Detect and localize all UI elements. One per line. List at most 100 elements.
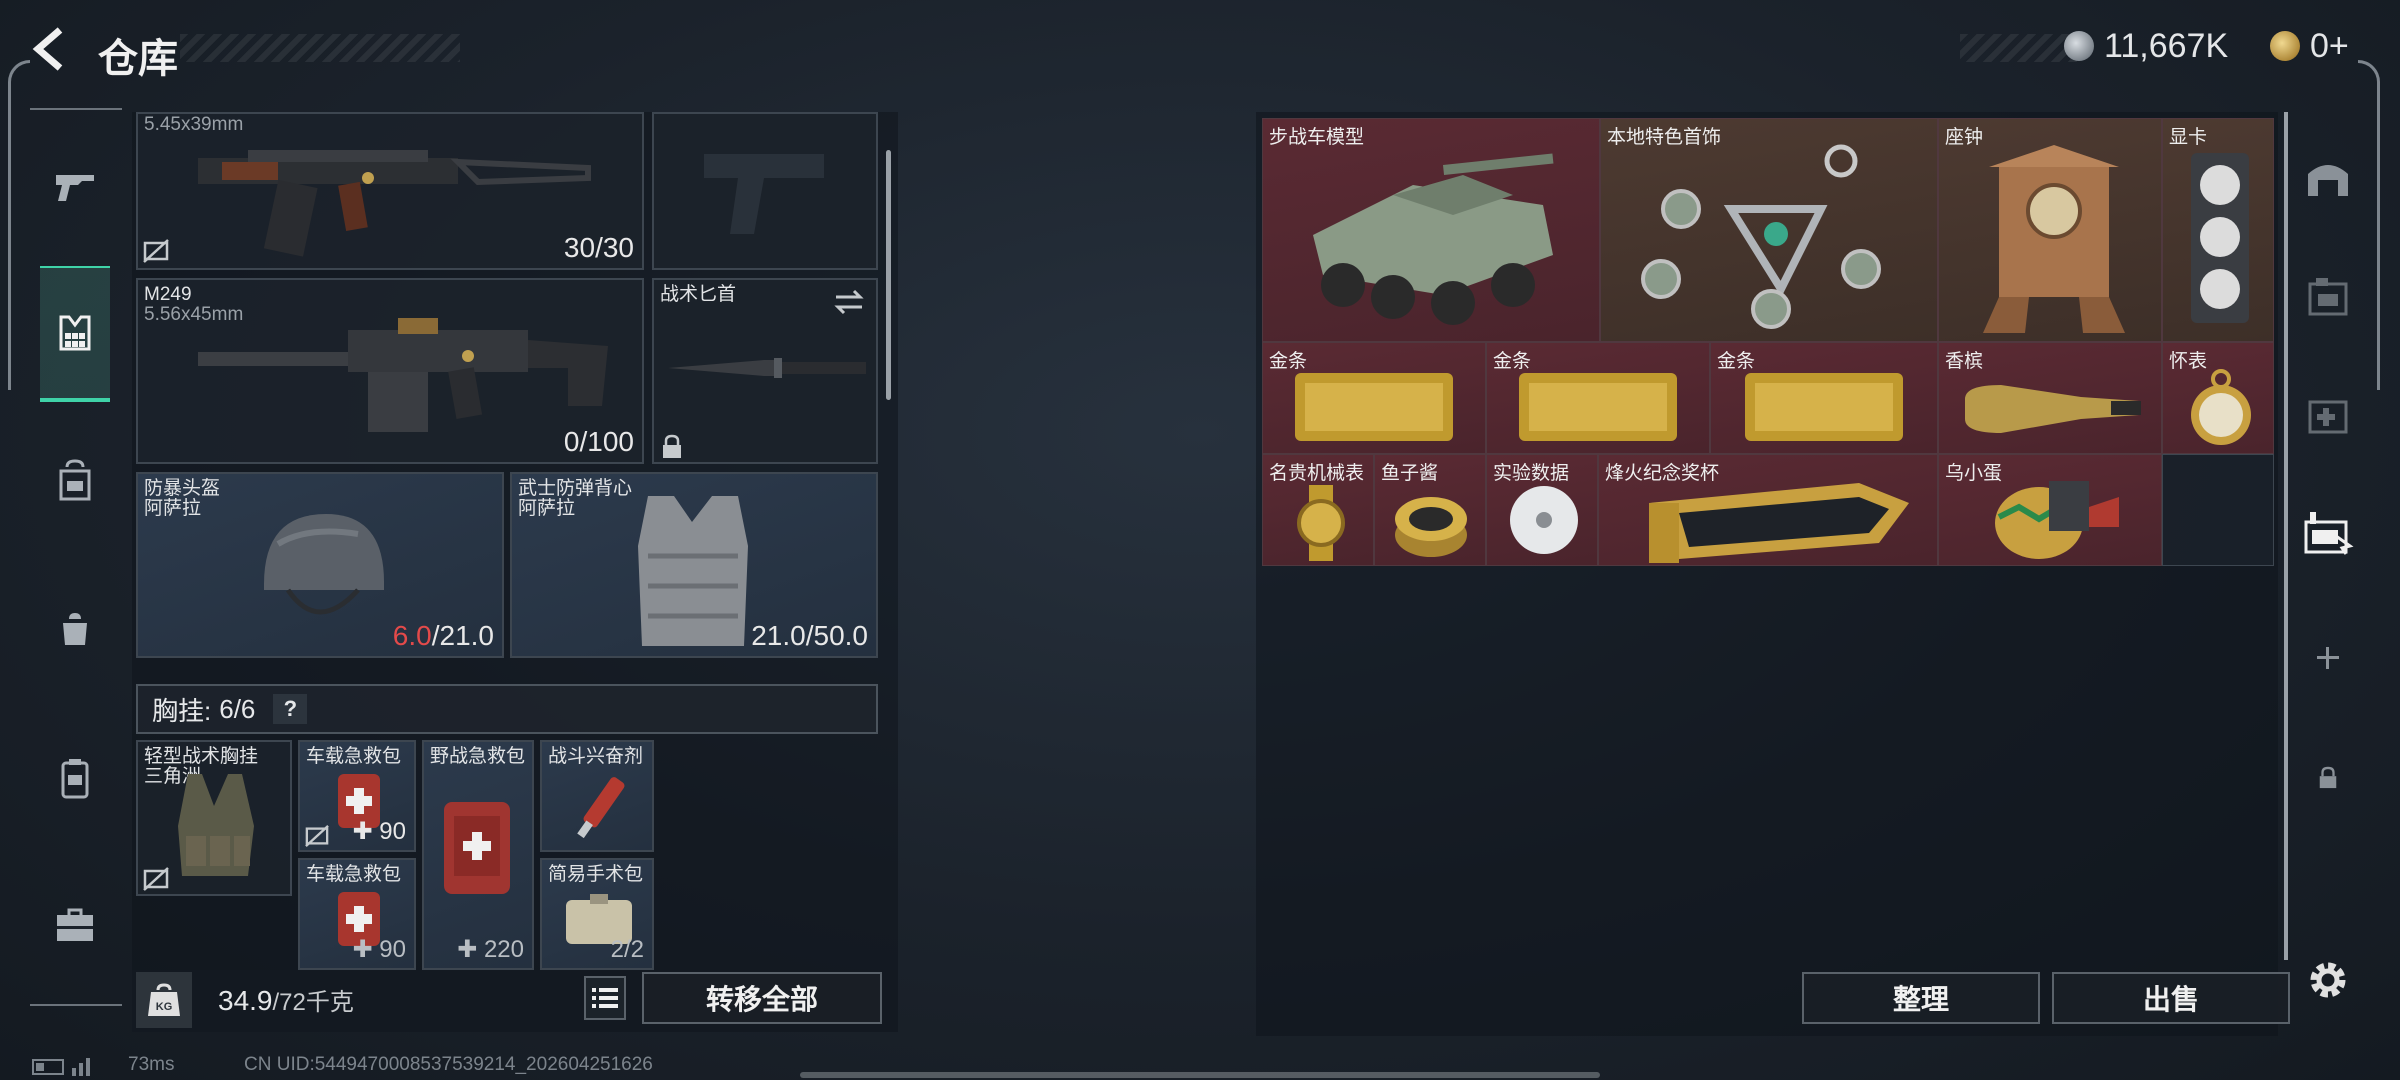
stash-item-jewelry[interactable]: 本地特色首饰 [1600, 118, 1938, 342]
stash-item-champagne[interactable]: 香槟 [1938, 342, 2162, 454]
vehicle-medkit-value: ✚ 90 [352, 818, 406, 845]
field-medkit-value: ✚ 220 [457, 936, 524, 963]
armor-brand: 阿萨拉 [518, 498, 576, 519]
no-mod-icon [305, 824, 329, 848]
stash-item-trophy[interactable]: 烽火纪念奖杯 [1598, 454, 1938, 566]
back-button[interactable] [28, 24, 78, 74]
pistol-slot[interactable] [652, 112, 878, 270]
gold-bar-image [1295, 373, 1453, 441]
gold-bar-image [1519, 373, 1677, 441]
right-frame [2358, 60, 2380, 390]
stash-item-ifv-model[interactable]: 步战车模型 [1262, 118, 1600, 342]
tab-bag[interactable] [40, 584, 110, 674]
item-name: 香槟 [1945, 351, 1984, 372]
add-stash-button[interactable] [2300, 630, 2356, 686]
coin-icon [2064, 31, 2094, 61]
loadout-scrollbar[interactable] [886, 150, 891, 400]
stash-tab-3[interactable] [2300, 386, 2356, 442]
secondary-weapon-slot[interactable]: M249 5.56x45mm 0/100 [136, 278, 644, 464]
help-icon[interactable]: ? [273, 694, 308, 724]
stash-item-clock[interactable]: 座钟 [1938, 118, 2162, 342]
vehicle-medkit-slot-2[interactable]: 车载急救包 ✚ 90 [298, 858, 416, 970]
disc-image [1510, 486, 1578, 554]
helmet-slot[interactable]: 防暴头盔 阿萨拉 6.0/21.0 [136, 472, 504, 658]
vehicle-medkit-slot[interactable]: 车载急救包 ✚ 90 [298, 740, 416, 852]
armor-image [638, 496, 748, 646]
field-medkit-name: 野战急救包 [430, 746, 526, 767]
tab-container[interactable] [40, 734, 110, 824]
warehouse-icon [2308, 165, 2348, 196]
chest-rig-slot[interactable]: 轻型战术胸挂 三角洲 [136, 740, 292, 896]
stash-item-lab-data[interactable]: 实验数据 [1486, 454, 1598, 566]
melee-slot[interactable]: 战术匕首 [652, 278, 878, 464]
stash-item-gpu[interactable]: 显卡 [2162, 118, 2274, 342]
tab-vest[interactable] [40, 266, 110, 402]
field-medkit-image [444, 802, 510, 894]
primary-weapon-slot[interactable]: 5.45x39mm 30/30 [136, 112, 644, 270]
stash-item-gold-bar-1[interactable]: 金条 [1262, 342, 1486, 454]
storage-add-icon [2308, 400, 2348, 434]
surgery-kit-slot[interactable]: 简易手术包 2/2 [540, 858, 654, 970]
storage-icon [2308, 278, 2348, 316]
transfer-all-button[interactable]: 转移全部 [642, 972, 882, 1024]
stash-tab-2[interactable] [2300, 268, 2356, 324]
currency-decoration [1960, 34, 2080, 62]
no-mod-icon [143, 867, 169, 891]
stash-item-luxury-watch[interactable]: 名贵机械表 [1262, 454, 1374, 566]
chest-rig-label: 胸挂: [152, 695, 212, 726]
armor-slot[interactable]: 武士防弹背心 阿萨拉 21.0/50.0 [510, 472, 878, 658]
caviar-image [1395, 497, 1467, 557]
stash-item-gold-bar-2[interactable]: 金条 [1486, 342, 1710, 454]
gun-icon [56, 175, 94, 201]
stash-tab-home[interactable] [2300, 150, 2356, 206]
item-name: 鱼子酱 [1381, 463, 1439, 484]
no-mod-icon [143, 239, 169, 263]
item-name: 显卡 [2169, 127, 2208, 148]
token-icon [2270, 31, 2300, 61]
ifv-model-image [1313, 153, 1554, 325]
vehicle-medkit-name: 车载急救包 [306, 746, 402, 767]
tab-weapons[interactable] [40, 142, 110, 232]
stash-empty-cell[interactable] [2162, 454, 2274, 566]
vehicle-medkit-value-2: ✚ 90 [352, 936, 406, 963]
bottom-scrollbar [800, 1072, 1600, 1078]
stash-item-caviar[interactable]: 鱼子酱 [1374, 454, 1486, 566]
token-display[interactable]: 0+ [2270, 26, 2349, 66]
currency-amount: 11,667K [2104, 26, 2229, 65]
storage-selected-icon [2304, 512, 2354, 555]
syringe-image [577, 777, 625, 839]
stash-item-gold-bar-3[interactable]: 金条 [1710, 342, 1938, 454]
chest-rig-name: 轻型战术胸挂 [144, 746, 259, 767]
sort-button[interactable]: 整理 [1802, 972, 2040, 1024]
sidebar-frame [8, 60, 30, 390]
field-medkit-slot[interactable]: 野战急救包 ✚ 220 [422, 740, 534, 970]
swap-icon[interactable] [832, 288, 866, 316]
stash-item-pocket-watch[interactable]: 怀表 [2162, 342, 2274, 454]
tab-backpack[interactable] [40, 436, 110, 526]
stimulant-slot[interactable]: 战斗兴奋剂 [540, 740, 654, 852]
sidebar-divider-top [30, 108, 122, 110]
chest-rig-count: 6/6 [219, 693, 256, 724]
sell-button[interactable]: 出售 [2052, 972, 2290, 1024]
list-view-button[interactable] [584, 976, 626, 1020]
weight-icon: KG [136, 972, 192, 1028]
container-icon [61, 759, 89, 799]
currency-display[interactable]: 11,667K [2064, 26, 2228, 66]
knife-image [668, 358, 866, 378]
settings-button[interactable] [2300, 952, 2356, 1008]
armor-durability: 21.0/50.0 [751, 620, 868, 651]
clock-image [1983, 145, 2125, 333]
stash-item-egg[interactable]: 乌小蛋 [1938, 454, 2162, 566]
surgery-kit-name: 简易手术包 [548, 864, 644, 885]
stash-tab-4-active[interactable] [2300, 504, 2356, 560]
egg-image [1995, 481, 2119, 559]
pistol-silhouette-icon [704, 154, 824, 234]
stash-scrollbar[interactable] [2284, 112, 2288, 960]
tab-toolbox[interactable] [40, 880, 110, 970]
secondary-name: M249 [144, 284, 192, 305]
plus-icon [2317, 647, 2339, 669]
helmet-image [264, 514, 384, 615]
locked-stash-slot[interactable] [2300, 750, 2356, 806]
page-title: 仓库 [98, 37, 178, 81]
weight-readout: 34.9/72千克 [218, 985, 354, 1016]
